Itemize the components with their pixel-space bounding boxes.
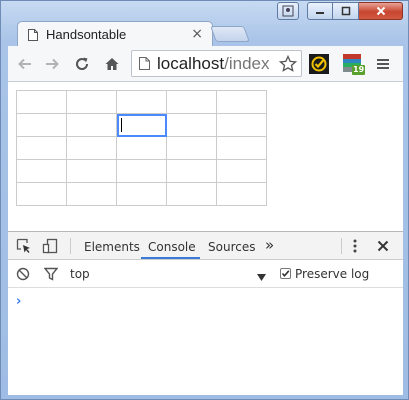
profile-button[interactable]: [277, 2, 299, 20]
clear-console-button[interactable]: [16, 267, 30, 284]
grid-cell[interactable]: [16, 136, 67, 160]
active-tab-indicator: [141, 257, 200, 259]
grid-cell[interactable]: [116, 182, 167, 206]
grid-cell[interactable]: [216, 90, 267, 114]
grid-row: [16, 90, 267, 114]
norton-check-icon: [309, 54, 329, 74]
reload-icon: [76, 57, 89, 70]
browser-menu-button[interactable]: [373, 54, 393, 74]
grid-cell[interactable]: [16, 159, 67, 183]
grid-row: [16, 182, 267, 206]
back-button[interactable]: [15, 54, 35, 74]
back-arrow-icon: [18, 58, 31, 70]
grid-cell[interactable]: [116, 136, 167, 160]
grid-cell[interactable]: [166, 182, 217, 206]
grid-cell[interactable]: [216, 113, 267, 137]
window-controls: [277, 2, 403, 20]
url-path: /index: [224, 54, 270, 73]
close-icon: [376, 6, 385, 16]
toolbar-divider: [341, 238, 342, 254]
console-prompt[interactable]: ›: [16, 294, 21, 309]
text-caret: [121, 118, 122, 132]
page-content: [8, 82, 403, 231]
home-icon: [105, 58, 119, 70]
grid-row: [16, 136, 267, 160]
browser-window: Handsontable × localhost/index 19 Elemen…: [0, 0, 409, 400]
grid-cell[interactable]: [66, 182, 117, 206]
console-toolbar: top Preserve log: [8, 260, 403, 288]
context-selector-value[interactable]: top: [70, 267, 90, 281]
grid-cell[interactable]: [116, 159, 167, 183]
device-toolbar-button[interactable]: [42, 238, 58, 257]
tab-close-icon[interactable]: ×: [191, 27, 203, 41]
browser-toolbar: localhost/index 19: [8, 46, 403, 82]
reload-button[interactable]: [72, 54, 92, 74]
forward-arrow-icon: [46, 58, 59, 70]
new-tab-button[interactable]: [210, 26, 250, 42]
maximize-button[interactable]: [333, 2, 359, 20]
more-tabs-button[interactable]: »: [265, 236, 274, 254]
extension-calendar-button[interactable]: 19: [342, 54, 366, 75]
url-text: localhost/index: [157, 54, 269, 74]
grid-cell[interactable]: [216, 136, 267, 160]
maximize-icon: [341, 6, 350, 16]
close-devtools-button[interactable]: [377, 240, 389, 255]
kebab-menu-icon: [353, 239, 357, 253]
grid-cell[interactable]: [166, 159, 217, 183]
grid-cell[interactable]: [66, 159, 117, 183]
grid-cell-selected[interactable]: [116, 113, 167, 137]
preserve-log-checkbox[interactable]: [280, 268, 291, 279]
grid-row: [16, 113, 267, 137]
dropdown-triangle-icon: [257, 274, 266, 281]
tab-console[interactable]: Console: [148, 240, 196, 254]
device-mode-icon: [42, 238, 58, 254]
toolbar-divider: [70, 238, 71, 254]
profile-icon: [282, 5, 294, 17]
devtools-panel: Elements Console Sources » top Preserve …: [8, 231, 403, 395]
forward-button[interactable]: [42, 54, 62, 74]
close-window-button[interactable]: [359, 2, 403, 20]
grid-cell[interactable]: [16, 90, 67, 114]
close-icon: [377, 240, 389, 252]
preserve-log-label: Preserve log: [295, 267, 370, 281]
star-icon: [279, 55, 297, 72]
browser-tab[interactable]: Handsontable ×: [17, 21, 213, 47]
address-bar[interactable]: localhost/index: [131, 50, 302, 77]
minimize-icon: [316, 12, 324, 14]
grid-cell[interactable]: [66, 136, 117, 160]
grid-cell[interactable]: [16, 182, 67, 206]
spreadsheet-grid[interactable]: [16, 90, 267, 206]
tab-elements[interactable]: Elements: [84, 240, 140, 254]
grid-cell[interactable]: [166, 136, 217, 160]
clear-console-icon: [16, 267, 30, 281]
inspect-cursor-icon: [16, 238, 30, 253]
grid-row: [16, 159, 267, 183]
checkmark-icon: [281, 270, 290, 278]
bookmark-star-button[interactable]: [278, 54, 298, 74]
page-icon: [28, 28, 38, 41]
context-dropdown-button[interactable]: [257, 270, 266, 284]
tab-sources[interactable]: Sources: [208, 240, 255, 254]
devtools-menu-button[interactable]: [352, 239, 358, 256]
page-info-icon[interactable]: [139, 57, 150, 70]
inspect-element-button[interactable]: [16, 238, 32, 257]
grid-cell[interactable]: [66, 113, 117, 137]
extension-badge: 19: [352, 65, 366, 75]
extension-norton-button[interactable]: [309, 54, 329, 74]
grid-cell[interactable]: [216, 182, 267, 206]
grid-cell[interactable]: [166, 90, 217, 114]
url-host: localhost: [157, 54, 225, 73]
grid-cell[interactable]: [216, 159, 267, 183]
devtools-tab-bar: Elements Console Sources »: [8, 232, 403, 260]
tab-title: Handsontable: [46, 27, 127, 42]
filter-funnel-icon: [43, 267, 59, 281]
grid-cell[interactable]: [116, 90, 167, 114]
filter-button[interactable]: [43, 267, 59, 284]
minimize-button[interactable]: [307, 2, 333, 20]
grid-cell[interactable]: [166, 113, 217, 137]
hamburger-menu-icon: [377, 59, 389, 69]
grid-cell[interactable]: [16, 113, 67, 137]
home-button[interactable]: [102, 54, 122, 74]
grid-cell[interactable]: [66, 90, 117, 114]
